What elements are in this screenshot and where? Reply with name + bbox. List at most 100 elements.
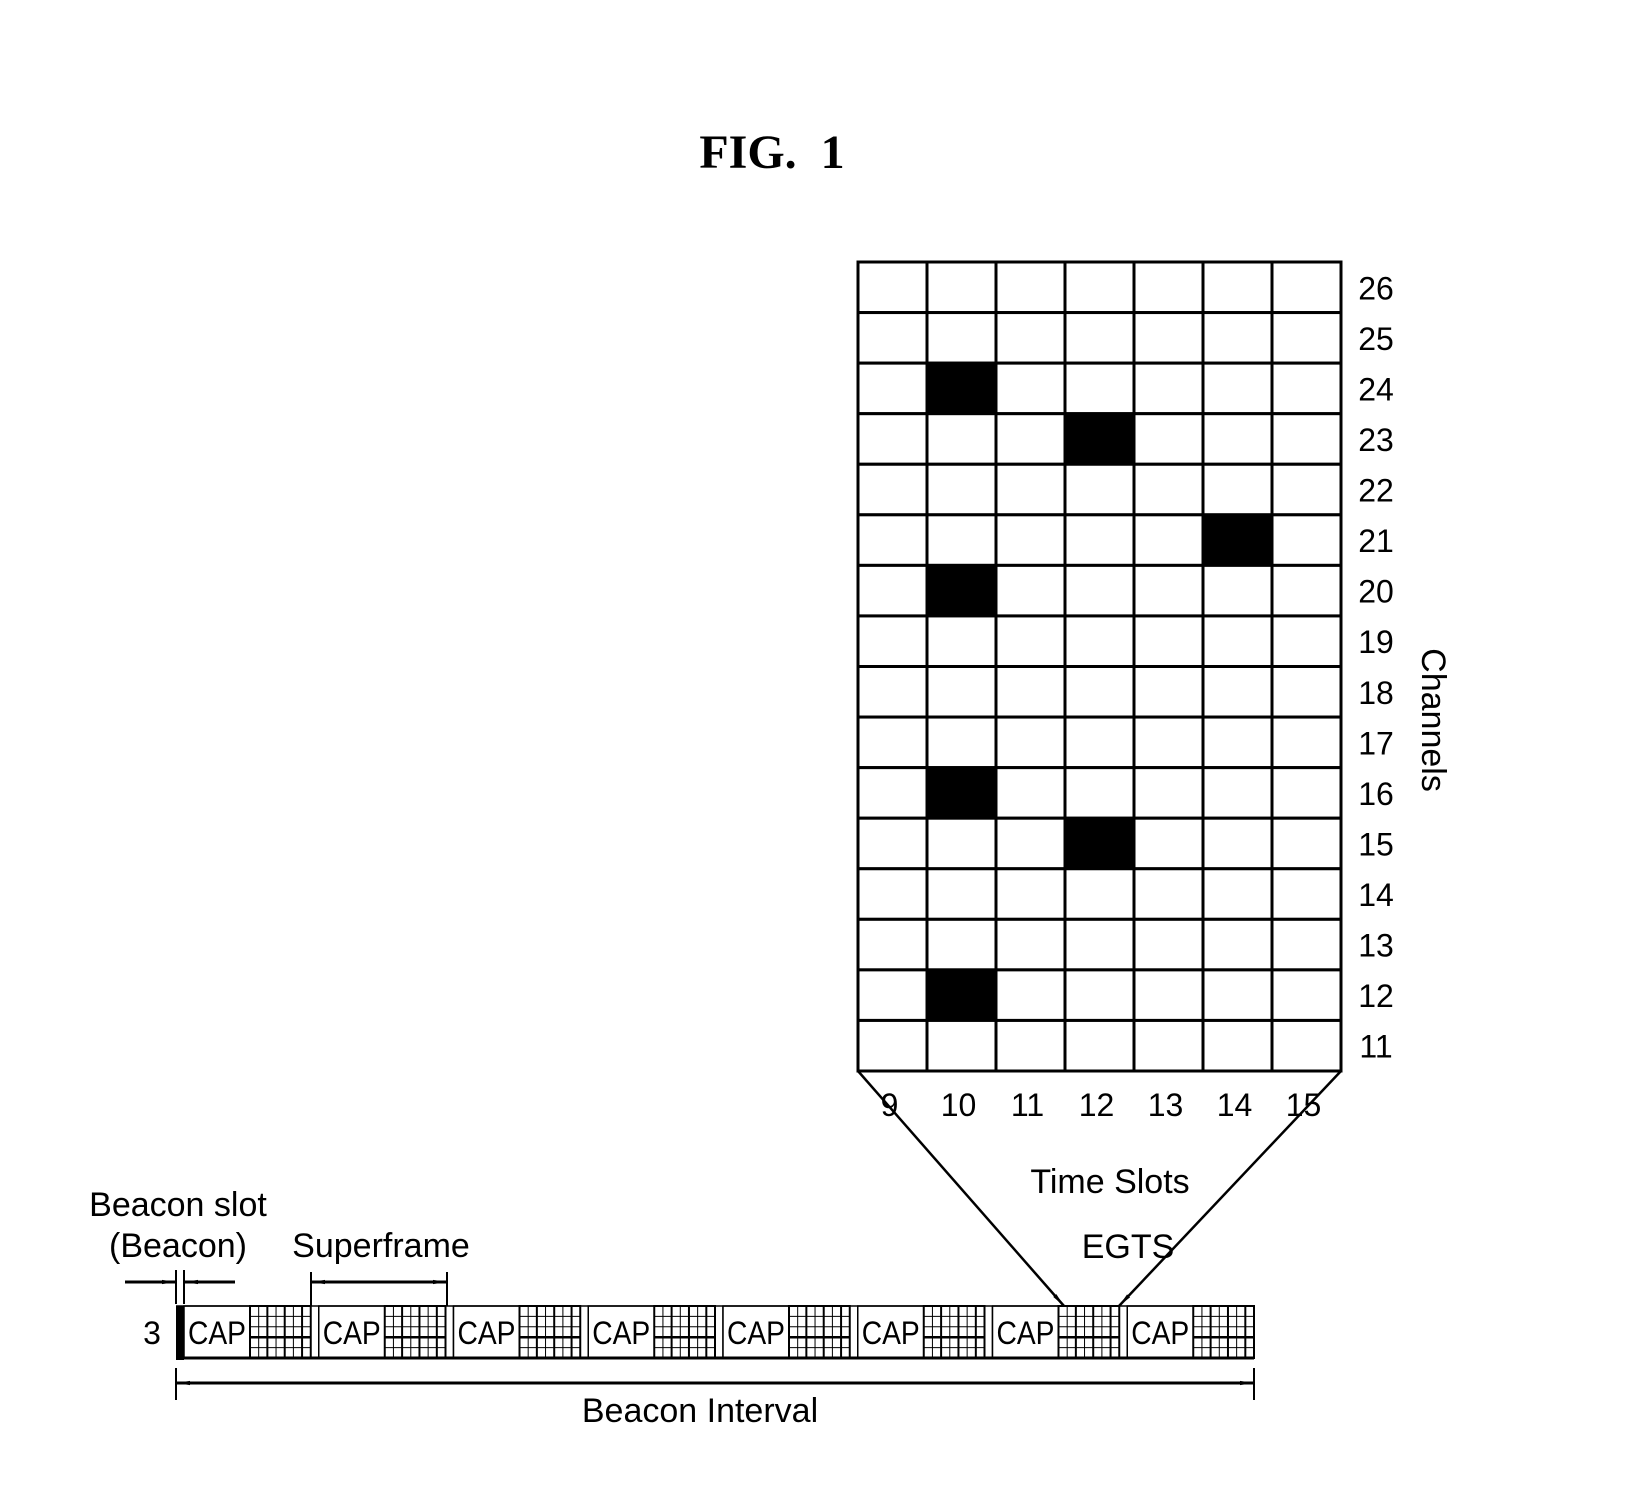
grid-cell bbox=[1132, 917, 1205, 972]
superframe-egts: CAP bbox=[991, 1305, 1121, 1359]
superframe: CAP bbox=[722, 1305, 851, 1359]
grid-cell bbox=[994, 563, 1067, 618]
grid-cell bbox=[1132, 766, 1205, 820]
grid-cell bbox=[925, 917, 998, 972]
grid-cell bbox=[925, 513, 998, 567]
gts-slot-region bbox=[1057, 1305, 1121, 1359]
channel-label: 16 bbox=[1358, 776, 1394, 812]
cap-label: CAP bbox=[1131, 1315, 1189, 1351]
egts-diagram: FIG. 1 26252423222120191817161514131211 … bbox=[89, 126, 1452, 1430]
grid-cell bbox=[1201, 715, 1274, 770]
grid-cell bbox=[994, 462, 1067, 517]
grid-cell bbox=[1270, 563, 1343, 618]
grid-cell bbox=[1270, 665, 1343, 719]
grid-cell bbox=[1132, 462, 1205, 517]
grid-cell bbox=[1201, 1018, 1274, 1073]
grid-cell-occupied bbox=[925, 968, 998, 1022]
grid-cell bbox=[1063, 361, 1136, 416]
superframe-dimension bbox=[310, 1272, 448, 1306]
grid-cell bbox=[1132, 1018, 1205, 1073]
grid-cell bbox=[1270, 462, 1343, 517]
grid-cell bbox=[856, 968, 929, 1022]
grid-cell bbox=[994, 917, 1067, 972]
grid-cell bbox=[856, 361, 929, 416]
channel-label: 14 bbox=[1358, 877, 1394, 913]
figure-title: FIG. 1 bbox=[699, 126, 844, 179]
grid-cell bbox=[1201, 614, 1274, 668]
beacon-interval-label: Beacon Interval bbox=[582, 1392, 818, 1430]
grid-cell bbox=[1270, 766, 1343, 820]
grid-cell bbox=[994, 766, 1067, 820]
gts-slot-region bbox=[922, 1305, 986, 1359]
cap-label: CAP bbox=[458, 1315, 516, 1351]
grid-cell bbox=[856, 665, 929, 719]
grid-cell bbox=[856, 816, 929, 871]
cap-label: CAP bbox=[188, 1315, 246, 1351]
time-slot-label: 13 bbox=[1148, 1087, 1184, 1123]
grid-cell bbox=[1270, 614, 1343, 668]
egts-label: EGTS bbox=[1082, 1228, 1175, 1266]
time-slot-labels: 9 10 11 12 13 14 15 bbox=[881, 1087, 1322, 1123]
channel-label: 25 bbox=[1358, 321, 1394, 357]
grid-cell bbox=[1201, 665, 1274, 719]
cap-label: CAP bbox=[727, 1315, 785, 1351]
grid-cell bbox=[1063, 311, 1136, 365]
grid-cell bbox=[856, 1018, 929, 1073]
grid-cell-occupied bbox=[925, 361, 998, 416]
grid-cell bbox=[1132, 412, 1205, 466]
channel-label: 18 bbox=[1358, 675, 1394, 711]
superframe: CAP bbox=[452, 1305, 582, 1359]
grid-cell bbox=[1201, 917, 1274, 972]
grid-cell bbox=[925, 665, 998, 719]
grid-cell bbox=[856, 563, 929, 618]
grid-cell bbox=[1063, 462, 1136, 517]
grid-cell bbox=[1063, 968, 1136, 1022]
grid-cell bbox=[925, 867, 998, 921]
grid-cell bbox=[925, 311, 998, 365]
grid-cell bbox=[856, 462, 929, 517]
grid-cell-occupied bbox=[925, 563, 998, 618]
channel-time-slot-grid bbox=[856, 260, 1343, 1073]
grid-cell bbox=[1063, 867, 1136, 921]
grid-cell bbox=[1132, 563, 1205, 618]
grid-cell bbox=[1132, 260, 1205, 315]
grid-cell bbox=[1201, 816, 1274, 871]
grid-cell bbox=[856, 766, 929, 820]
grid-cell bbox=[1201, 968, 1274, 1022]
grid-cell bbox=[1270, 816, 1343, 871]
gts-slot-region bbox=[788, 1305, 851, 1359]
grid-cell bbox=[1132, 614, 1205, 668]
time-slots-axis-label: Time Slots bbox=[1030, 1163, 1189, 1201]
channel-label: 11 bbox=[1359, 1029, 1392, 1065]
grid-cell bbox=[856, 311, 929, 365]
grid-cell bbox=[1270, 311, 1343, 365]
grid-cell bbox=[1201, 311, 1274, 365]
grid-cell bbox=[1270, 917, 1343, 972]
grid-cell bbox=[1201, 260, 1274, 315]
grid-cell-occupied bbox=[1063, 412, 1136, 466]
grid-cell bbox=[1132, 665, 1205, 719]
grid-cell bbox=[1063, 1018, 1136, 1073]
timeline-row-label: 3 bbox=[143, 1315, 161, 1351]
grid-cell bbox=[1270, 513, 1343, 567]
grid-cell bbox=[856, 513, 929, 567]
channel-label: 21 bbox=[1358, 523, 1394, 559]
grid-cell bbox=[1063, 665, 1136, 719]
time-slot-label: 10 bbox=[941, 1087, 977, 1123]
grid-cell bbox=[994, 260, 1067, 315]
grid-cell bbox=[994, 513, 1067, 567]
channel-label: 23 bbox=[1358, 422, 1394, 458]
channel-label: 19 bbox=[1358, 624, 1394, 660]
grid-cell bbox=[1270, 260, 1343, 315]
grid-cell bbox=[1063, 563, 1136, 618]
beacon-slot-bar bbox=[176, 1306, 184, 1360]
channel-label: 26 bbox=[1358, 270, 1394, 306]
grid-cell bbox=[1201, 361, 1274, 416]
grid-cell-occupied bbox=[1063, 816, 1136, 871]
grid-cell bbox=[925, 816, 998, 871]
gts-slot-region bbox=[249, 1305, 312, 1359]
gts-slot-region bbox=[1192, 1305, 1255, 1359]
grid-cell bbox=[1132, 311, 1205, 365]
channel-label: 15 bbox=[1358, 826, 1394, 862]
grid-cell bbox=[994, 311, 1067, 365]
